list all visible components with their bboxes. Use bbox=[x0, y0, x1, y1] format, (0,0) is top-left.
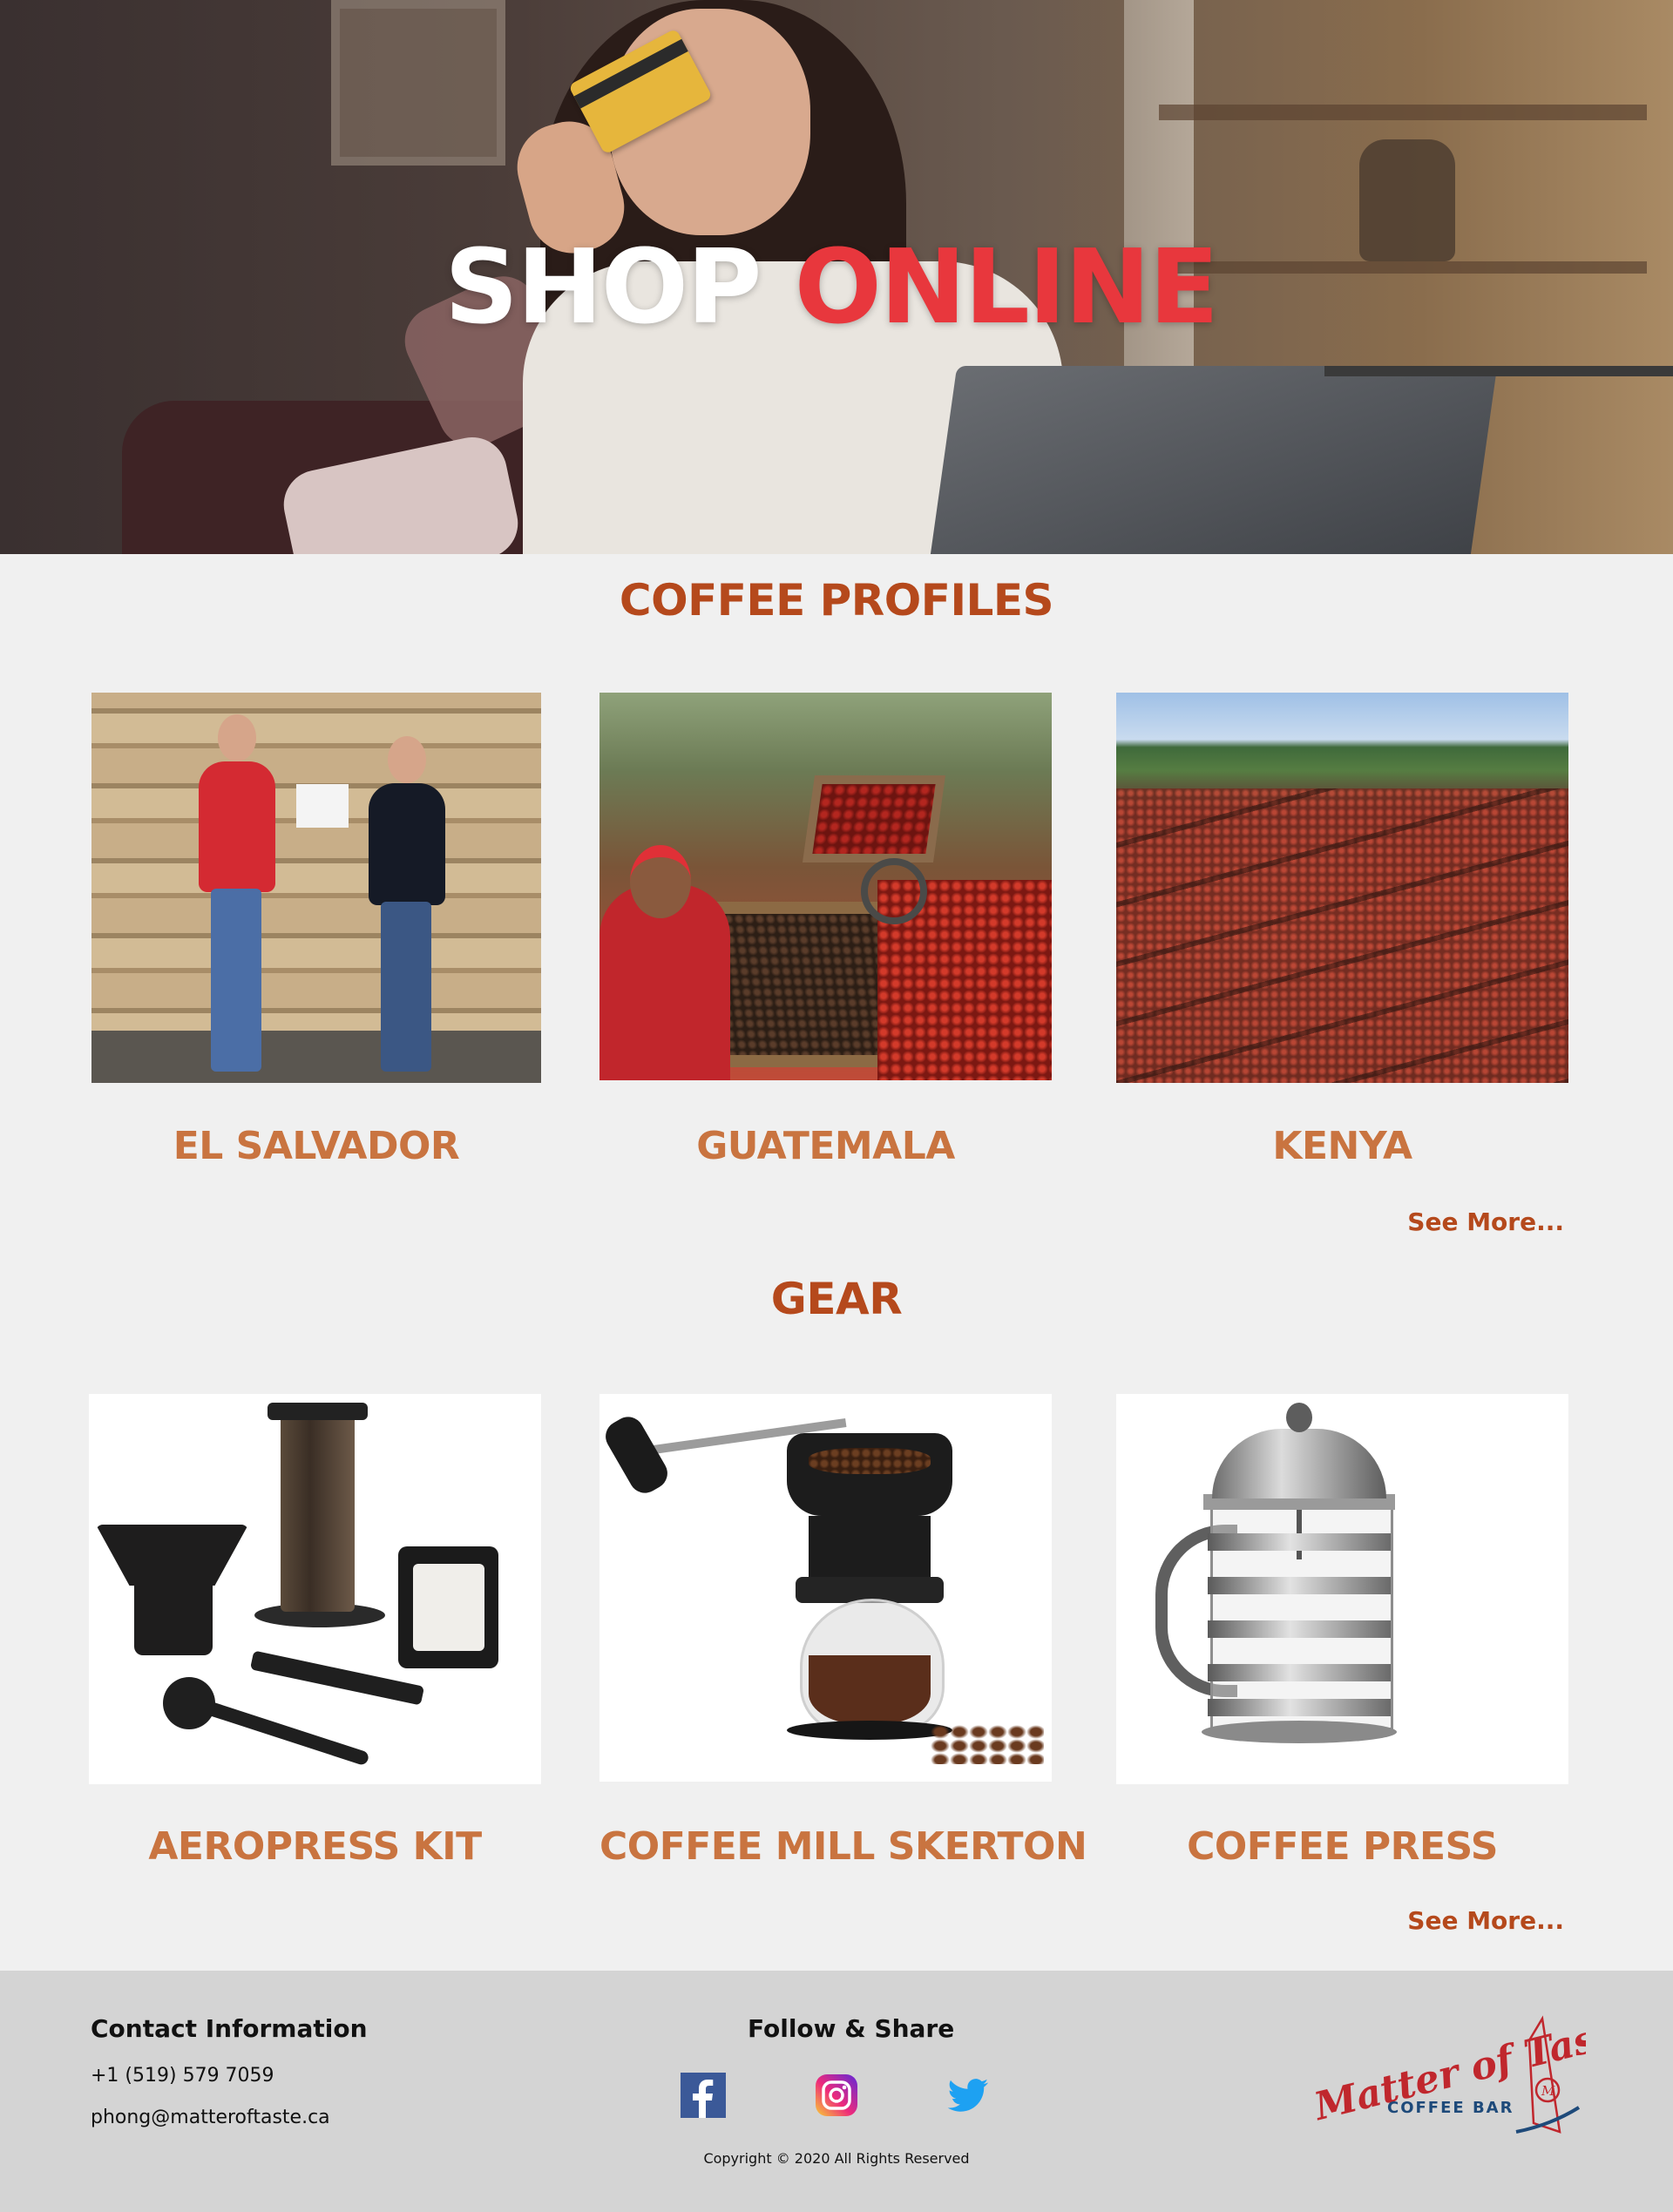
kenya-link[interactable]: KENYA bbox=[1116, 1124, 1568, 1168]
hero-title-shop: SHOP bbox=[444, 227, 762, 347]
coffee-press-link[interactable]: COFFEE PRESS bbox=[1116, 1824, 1568, 1869]
hero-laptop-hinge bbox=[1324, 366, 1673, 376]
hero-pot bbox=[1359, 139, 1455, 261]
contact-email-link[interactable]: phong@matteroftaste.ca bbox=[91, 2107, 330, 2128]
coffee-mill-skerton-image[interactable] bbox=[599, 1394, 1052, 1782]
hero-title-online: ONLINE bbox=[794, 227, 1220, 347]
hero-banner: SHOP ONLINE bbox=[0, 0, 1673, 554]
gear-see-more-link[interactable]: See More... bbox=[1407, 1906, 1564, 1935]
matter-of-taste-logo[interactable]: Matter of Taste COFFEE BAR M bbox=[1307, 2010, 1586, 2141]
logo-subtitle-text: COFFEE BAR bbox=[1387, 2099, 1514, 2117]
aeropress-kit-link[interactable]: AEROPRESS KIT bbox=[89, 1824, 541, 1869]
facebook-icon[interactable] bbox=[681, 2073, 726, 2118]
instagram-icon[interactable] bbox=[814, 2073, 859, 2118]
el-salvador-image[interactable] bbox=[91, 693, 541, 1083]
contact-heading: Contact Information bbox=[91, 2014, 368, 2043]
coffee-mill-skerton-link[interactable]: COFFEE MILL SKERTON bbox=[599, 1824, 1087, 1869]
aeropress-kit-image[interactable] bbox=[89, 1394, 541, 1784]
contact-phone[interactable]: +1 (519) 579 7059 bbox=[91, 2065, 274, 2087]
guatemala-image[interactable] bbox=[599, 693, 1052, 1080]
hero-wall-picture bbox=[331, 0, 505, 166]
copyright-text: Copyright © 2020 All Rights Reserved bbox=[703, 2150, 970, 2167]
hero-title: SHOP ONLINE bbox=[444, 235, 1219, 338]
coffee-press-image[interactable] bbox=[1116, 1394, 1568, 1784]
guatemala-link[interactable]: GUATEMALA bbox=[599, 1124, 1052, 1168]
coffee-profiles-heading: COFFEE PROFILES bbox=[619, 575, 1054, 626]
gear-heading: GEAR bbox=[770, 1274, 903, 1324]
svg-text:M: M bbox=[1541, 2083, 1555, 2099]
kenya-image[interactable] bbox=[1116, 693, 1568, 1083]
follow-share-heading: Follow & Share bbox=[748, 2014, 955, 2043]
el-salvador-link[interactable]: EL SALVADOR bbox=[91, 1124, 541, 1168]
hero-shelf bbox=[1159, 105, 1647, 120]
twitter-icon[interactable] bbox=[945, 2073, 991, 2118]
coffee-profiles-see-more-link[interactable]: See More... bbox=[1407, 1207, 1564, 1236]
footer: Contact Information +1 (519) 579 7059 ph… bbox=[0, 1971, 1673, 2212]
hero-laptop bbox=[925, 366, 1498, 554]
hero-shelf-lower bbox=[1159, 261, 1647, 274]
